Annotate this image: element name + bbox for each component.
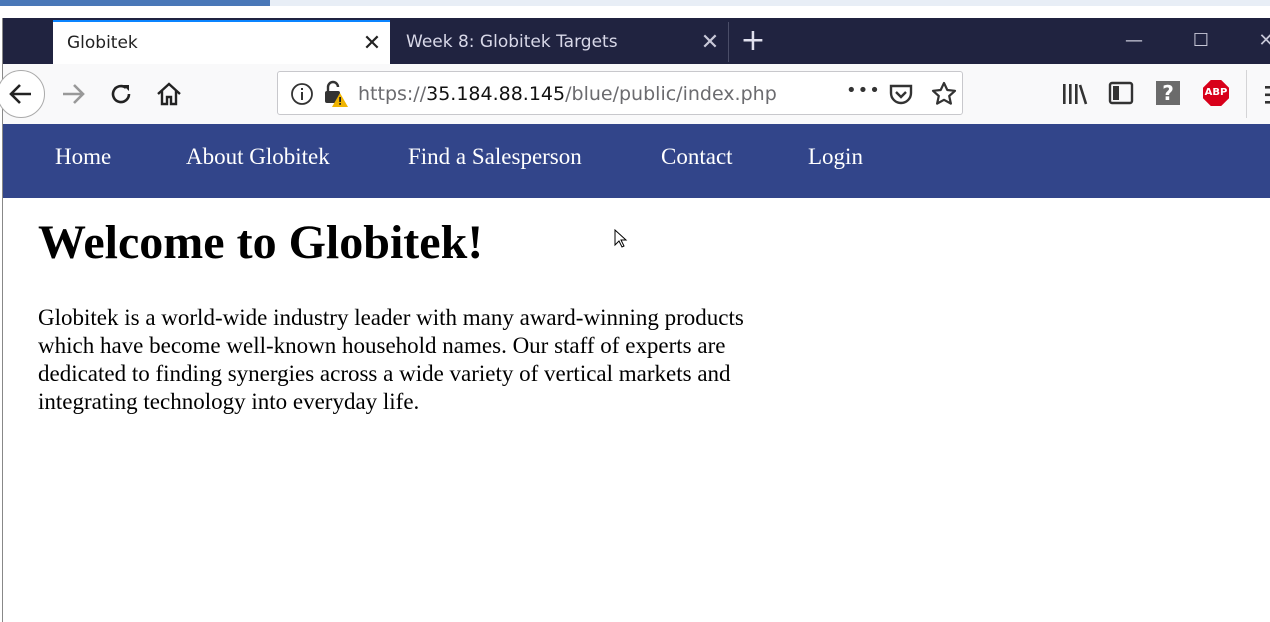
desktop-strip-highlight bbox=[0, 0, 270, 6]
nav-link-home[interactable]: Home bbox=[55, 144, 111, 170]
forward-button[interactable] bbox=[53, 74, 93, 114]
close-window-icon[interactable]: ✕ bbox=[1243, 22, 1270, 62]
nav-link-login[interactable]: Login bbox=[808, 144, 863, 170]
adblock-plus-icon[interactable]: ABP bbox=[1203, 80, 1229, 106]
navigation-toolbar: https://35.184.88.145/blue/public/index.… bbox=[0, 64, 1270, 125]
menu-icon[interactable] bbox=[1265, 84, 1270, 106]
tab-close-icon[interactable]: ✕ bbox=[354, 31, 390, 56]
mouse-cursor-icon bbox=[614, 229, 628, 248]
home-button[interactable] bbox=[149, 74, 189, 114]
maximize-icon[interactable]: ☐ bbox=[1178, 22, 1224, 62]
tab-bar: Globitek ✕ Week 8: Globitek Targets ✕ + … bbox=[3, 18, 1270, 64]
page-heading: Welcome to Globitek! bbox=[38, 216, 484, 269]
help-icon[interactable]: ? bbox=[1156, 81, 1180, 105]
url-bar[interactable]: https://35.184.88.145/blue/public/index.… bbox=[277, 71, 963, 115]
insecure-lock-icon[interactable] bbox=[322, 80, 350, 108]
back-arrow-icon bbox=[9, 84, 31, 104]
nav-link-find-salesperson[interactable]: Find a Salesperson bbox=[408, 144, 582, 170]
sidebar-icon[interactable] bbox=[1108, 81, 1134, 105]
nav-link-about[interactable]: About Globitek bbox=[186, 144, 330, 170]
tab-close-icon[interactable]: ✕ bbox=[692, 30, 728, 55]
forward-arrow-icon bbox=[63, 84, 85, 104]
main-content: Welcome to Globitek! Globitek is a world… bbox=[38, 210, 798, 416]
info-icon[interactable] bbox=[290, 82, 314, 106]
desktop-strip bbox=[0, 0, 1270, 6]
bookmark-star-icon[interactable] bbox=[930, 80, 958, 108]
url-scheme: https:// bbox=[358, 83, 427, 105]
back-button[interactable] bbox=[0, 70, 45, 118]
reload-button[interactable] bbox=[101, 74, 141, 114]
url-text[interactable]: https://35.184.88.145/blue/public/index.… bbox=[358, 83, 777, 105]
toolbar-separator bbox=[1246, 70, 1247, 118]
pocket-icon[interactable] bbox=[888, 81, 914, 107]
library-icon[interactable] bbox=[1061, 82, 1089, 106]
nav-link-contact[interactable]: Contact bbox=[661, 144, 733, 170]
site-navigation: Home About Globitek Find a Salesperson C… bbox=[3, 124, 1270, 198]
tab-separator bbox=[728, 22, 729, 62]
minimize-icon[interactable]: — bbox=[1111, 22, 1157, 62]
tab-globitek[interactable]: Globitek ✕ bbox=[53, 20, 390, 64]
reload-icon bbox=[111, 84, 131, 104]
tab-title: Globitek bbox=[67, 33, 138, 53]
intro-paragraph: Globitek is a world-wide industry leader… bbox=[38, 305, 744, 414]
home-icon bbox=[157, 82, 181, 106]
page-actions-icon[interactable]: ••• bbox=[846, 80, 881, 101]
url-host: 35.184.88.145 bbox=[426, 83, 566, 105]
new-tab-icon[interactable]: + bbox=[733, 22, 773, 62]
tab-title: Week 8: Globitek Targets bbox=[406, 32, 618, 52]
url-path: /blue/public/index.php bbox=[565, 83, 777, 105]
tab-week8[interactable]: Week 8: Globitek Targets ✕ bbox=[392, 20, 728, 64]
